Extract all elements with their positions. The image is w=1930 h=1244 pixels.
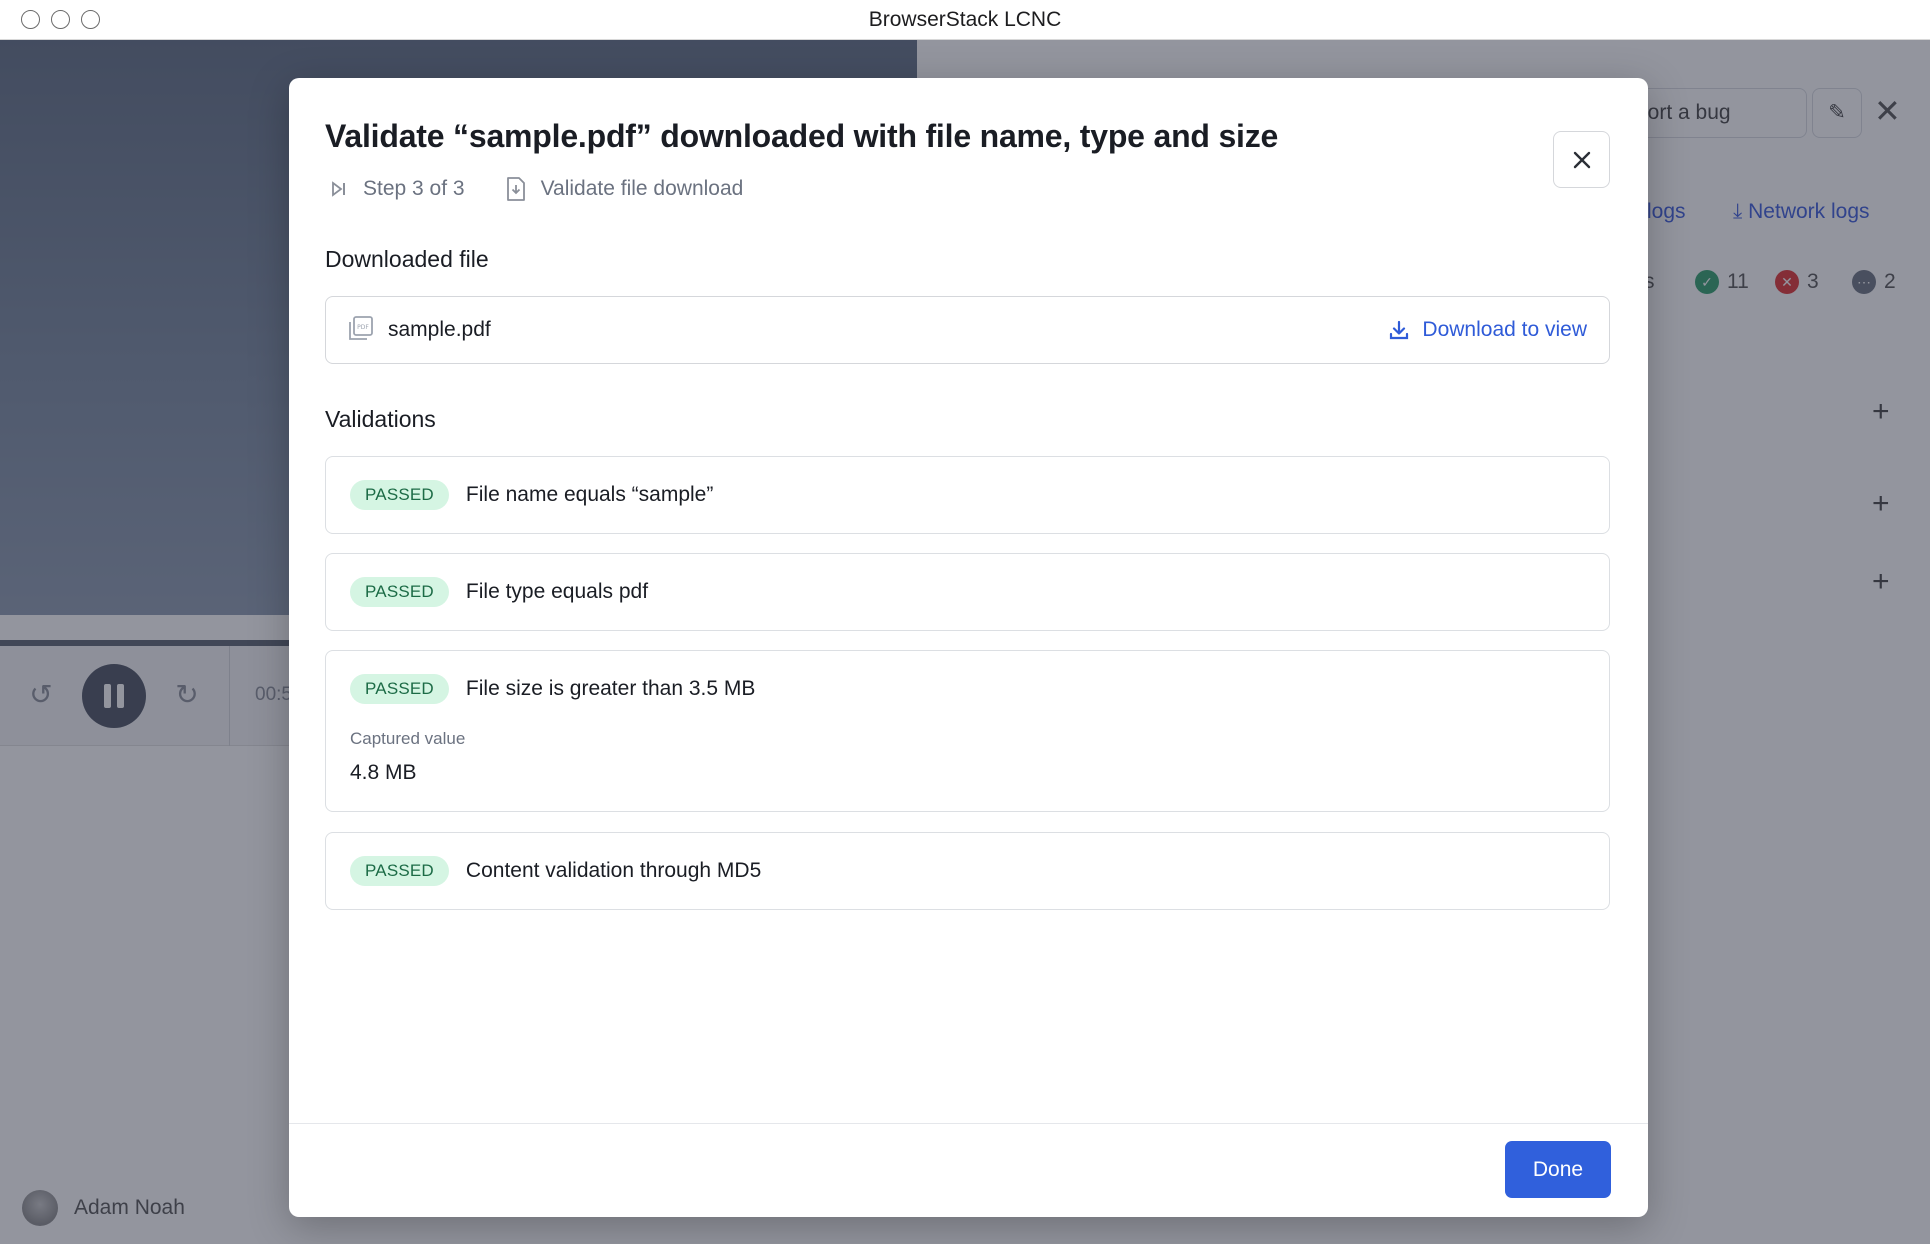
download-to-view-link[interactable]: Download to view bbox=[1388, 318, 1587, 342]
captured-value: 4.8 MB bbox=[350, 761, 417, 784]
validation-row: PASSED File size is greater than 3.5 MB bbox=[350, 674, 755, 704]
close-icon bbox=[1573, 151, 1590, 168]
status-badge: PASSED bbox=[350, 577, 449, 607]
validations-heading: Validations bbox=[325, 406, 436, 432]
validation-text: Content validation through MD5 bbox=[465, 859, 762, 882]
validation-text: File size is greater than 3.5 MB bbox=[465, 677, 756, 700]
window-titlebar: BrowserStack LCNC bbox=[0, 0, 1930, 40]
step-meta: Step 3 of 3 Validate file download bbox=[329, 176, 743, 202]
validation-text: File type equals pdf bbox=[465, 580, 649, 603]
file-name: sample.pdf bbox=[388, 318, 491, 341]
downloaded-file-row: PDF sample.pdf Download to view bbox=[325, 296, 1610, 364]
file-download-icon bbox=[505, 176, 527, 202]
downloaded-file-heading: Downloaded file bbox=[325, 246, 489, 272]
validation-row: PASSED File type equals pdf bbox=[350, 577, 648, 607]
validation-row: PASSED File name equals “sample” bbox=[350, 480, 713, 510]
modal-title: Validate “sample.pdf” downloaded with fi… bbox=[325, 118, 1279, 154]
step-forward-icon bbox=[329, 179, 349, 199]
modal-footer-divider bbox=[289, 1123, 1648, 1124]
status-badge: PASSED bbox=[350, 856, 449, 886]
step-label: Step 3 of 3 bbox=[363, 177, 465, 200]
captured-value-label: Captured value bbox=[350, 729, 466, 748]
validation-details-modal: Validate “sample.pdf” downloaded with fi… bbox=[289, 78, 1648, 1217]
svg-text:PDF: PDF bbox=[357, 324, 369, 331]
modal-close-button[interactable] bbox=[1553, 131, 1610, 188]
step-type-label: Validate file download bbox=[540, 177, 744, 200]
validation-item: PASSED File type equals pdf bbox=[325, 553, 1610, 631]
validation-item: PASSED Content validation through MD5 bbox=[325, 832, 1610, 910]
validation-item: PASSED File size is greater than 3.5 MB … bbox=[325, 650, 1610, 812]
status-badge: PASSED bbox=[350, 674, 449, 704]
done-button[interactable]: Done bbox=[1505, 1141, 1611, 1198]
validation-row: PASSED Content validation through MD5 bbox=[350, 856, 761, 886]
pdf-file-icon: PDF bbox=[348, 315, 374, 346]
validation-text: File name equals “sample” bbox=[465, 483, 714, 506]
download-to-view-label: Download to view bbox=[1422, 318, 1587, 341]
window-title: BrowserStack LCNC bbox=[868, 8, 1062, 31]
download-icon bbox=[1390, 320, 1409, 340]
status-badge: PASSED bbox=[350, 480, 449, 510]
validation-item: PASSED File name equals “sample” bbox=[325, 456, 1610, 534]
